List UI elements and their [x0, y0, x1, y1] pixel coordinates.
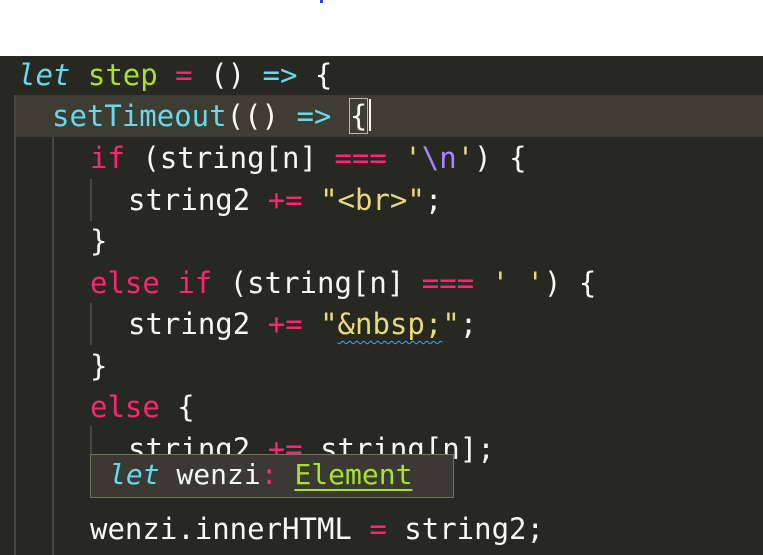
string-literal: ' ' [491, 266, 544, 300]
keyword-if: if [90, 141, 125, 175]
tooltip-variable-name: wenzi [159, 458, 261, 491]
operator: === [421, 266, 475, 300]
operator: === [334, 141, 387, 175]
code-line-3[interactable]: if (string[n] === '\n') { [90, 137, 527, 179]
escape-sequence: \n [421, 141, 457, 175]
operator: += [267, 307, 303, 341]
operator: = [369, 512, 387, 546]
tooltip-keyword: let [109, 458, 160, 491]
code-line-11[interactable]: wenzi.innerHTML = string2; [90, 508, 544, 550]
arrow: => [262, 58, 298, 92]
arrow: => [296, 99, 332, 133]
code-line-4[interactable]: string2 += "<br>"; [128, 179, 442, 221]
operator: = [175, 58, 193, 92]
code-line-8[interactable]: } [90, 345, 107, 387]
keyword-let: let [18, 58, 71, 92]
keyword-else: else [90, 266, 160, 300]
keyword-if: if [177, 266, 213, 300]
tooltip-type-link[interactable]: Element [294, 458, 412, 491]
bracket-match: { [348, 98, 369, 134]
operator: += [267, 183, 303, 217]
code-line-9[interactable]: else { [90, 386, 195, 428]
code-line-7[interactable]: string2 += "&nbsp;"; [128, 303, 477, 345]
indent-guide-2 [52, 137, 54, 555]
text-cursor [369, 99, 372, 131]
keyword-else: else [90, 390, 160, 424]
builtin-function: setTimeout [52, 99, 227, 133]
type-hint-tooltip: let wenzi: Element [90, 454, 454, 498]
code-editor[interactable]: let step = () => { setTimeout(() => { if… [0, 56, 763, 555]
entity-warning[interactable]: &nbsp; [338, 307, 443, 341]
top-marker [320, 0, 323, 3]
indent-guide-3 [90, 179, 92, 221]
indent-guide-1 [14, 95, 16, 555]
indent-guide-4 [90, 303, 92, 345]
screen: let step = () => { setTimeout(() => { if… [0, 0, 763, 555]
code-line-6[interactable]: else if (string[n] === ' ') { [90, 262, 596, 304]
code-line-1[interactable]: let step = () => { [18, 56, 332, 96]
code-line-5[interactable]: } [90, 220, 107, 262]
top-strip [0, 0, 763, 56]
tooltip-colon: : [260, 458, 278, 491]
string-literal: "<br>" [320, 183, 425, 217]
function-name: step [87, 58, 158, 92]
code-line-2[interactable]: setTimeout(() => { [52, 95, 372, 137]
